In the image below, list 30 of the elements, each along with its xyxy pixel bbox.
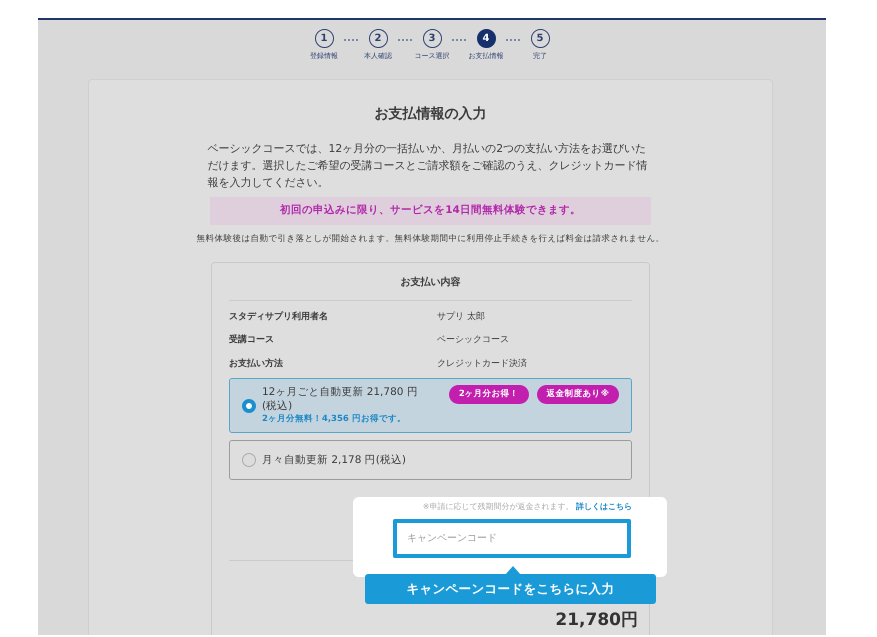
campaign-code-field[interactable]: キャンペーンコード: [393, 519, 631, 558]
field-value: ベーシックコース: [437, 334, 509, 348]
tag: 2ヶ月分お得！: [448, 385, 529, 404]
plan-text: 12ヶ月ごと自動更新 21,780 円(税込): [262, 385, 419, 414]
tooltip-pointer: [505, 566, 521, 575]
step-number[interactable]: 2: [368, 29, 388, 48]
trial-note: 無料体験後は自動で引き落としが開始されます。無料体験期間中に利用停止手続きを行えば料金は請求されません。: [196, 233, 666, 246]
plan-option[interactable]: 月々自動更新 2,178 円(税込): [229, 440, 632, 480]
step-number[interactable]: 4: [476, 29, 496, 48]
step-number[interactable]: 3: [422, 29, 442, 48]
plan-saving: 2ヶ月分無料！4,356 円お得です。: [262, 413, 407, 426]
plan-text: 月々自動更新 2,178 円(税込): [262, 453, 407, 468]
field-value: クレジットカード決済: [437, 358, 527, 371]
refund-note: ※申請に応じて残期間分が返金されます。 詳しくはこちら: [422, 501, 632, 513]
page-title: お支払情報の入力: [374, 106, 488, 122]
field-label: 受講コース: [229, 334, 275, 348]
field-label: スタディサプリ利用者名: [229, 310, 329, 324]
details-link[interactable]: 詳しくはこちら: [576, 502, 632, 511]
field-label: お支払い方法: [229, 358, 284, 371]
trial-banner: 初回の申込みに限り、サービスを14日間無料体験できます。: [210, 197, 651, 226]
step-number[interactable]: 5: [530, 29, 550, 48]
field-value: サプリ 太郎: [437, 310, 485, 324]
plan-option[interactable]: 12ヶ月ごと自動更新 21,780 円(税込) 2ヶ月分無料！4,356 円お得です。 2ヶ月分お得！ 返金制度あり※: [229, 378, 632, 434]
total-amount: 21,780円: [555, 609, 638, 632]
tag: 返金制度あり※: [536, 385, 619, 404]
radio-button[interactable]: [242, 398, 256, 413]
step-number[interactable]: 1: [314, 29, 334, 48]
summary-heading: お支払い内容: [229, 262, 632, 301]
radio-button[interactable]: [242, 453, 256, 468]
intro-text: ベーシックコースでは、12ヶ月分の一括払いか、月払いの2つの支払い方法をお選びいただけます。選択したご希望の受講コースとご請求額をご確認のうえ、クレジットカード情報を入力してください。: [208, 141, 648, 192]
